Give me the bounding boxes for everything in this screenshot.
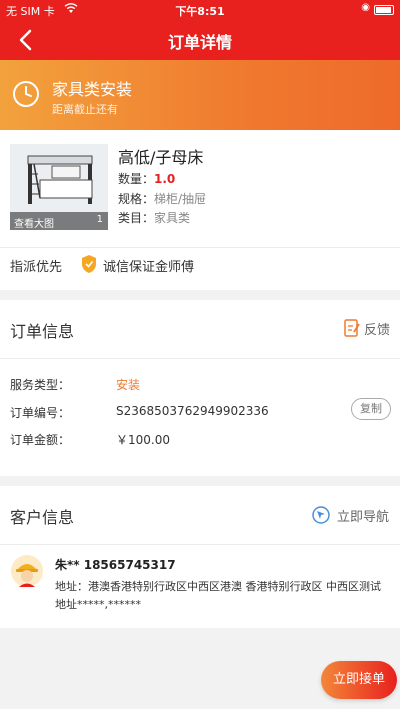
shield-icon <box>82 255 96 273</box>
deadline-text: 距离截止还有 <box>52 103 118 116</box>
quantity-row: 数量：1.0 <box>118 170 175 187</box>
divider <box>0 544 400 545</box>
category-value: 家具类 <box>154 211 191 225</box>
feedback-icon[interactable] <box>344 318 360 338</box>
customer-address: 地址：港澳香港特别行政区中西区港澳 香港特别行政区 中西区测试地址*****,*… <box>55 580 381 611</box>
spec-label: 规格： <box>118 192 155 206</box>
amount-label: 订单金额： <box>10 433 71 447</box>
accept-order-button[interactable]: 立即接单 <box>321 661 397 699</box>
image-count: 1 <box>96 214 103 225</box>
feedback-button[interactable]: 反馈 <box>364 319 390 338</box>
product-card: 查看大图 1 高低/子母床 数量：1.0 规格：梯柜/抽屉 类目：家具类 指派优… <box>0 130 400 290</box>
navigation-icon[interactable] <box>312 506 330 524</box>
service-name: 家具类安装 <box>52 80 133 99</box>
view-large-bar[interactable]: 查看大图 1 <box>10 212 108 230</box>
category-label: 类目： <box>118 211 155 225</box>
status-bar: 无 SIM 卡 下午8:51 ◉ <box>0 0 400 20</box>
service-type-value: 安装 <box>116 378 141 392</box>
page-title: 订单详情 <box>167 33 232 52</box>
navigate-button[interactable]: 立即导航 <box>337 506 389 525</box>
divider <box>0 358 400 359</box>
worker-avatar <box>11 555 43 587</box>
service-type-label: 服务类型： <box>10 378 71 392</box>
spec-row: 规格：梯柜/抽屉 <box>118 190 206 207</box>
location-icon: ◉ <box>361 2 370 13</box>
clock-icon <box>13 81 39 107</box>
order-info-title: 订单信息 <box>10 322 75 341</box>
order-no-label: 订单编号： <box>10 406 71 420</box>
product-image[interactable]: 查看大图 1 <box>10 144 108 230</box>
status-time: 下午8:51 <box>175 5 225 18</box>
order-no-value: S2368503762949902336 <box>116 404 269 418</box>
amount-value: ￥100.00 <box>116 433 170 447</box>
customer-name-phone: 朱** 18565745317 <box>55 558 176 572</box>
customer-info-card: 客户信息 立即导航 朱** 18565745317 地址：港澳香港特别行政区中西… <box>0 486 400 628</box>
service-banner: 家具类安装 距离截止还有 <box>0 60 400 130</box>
spec-value: 梯柜/抽屉 <box>154 192 207 206</box>
order-info-card: 订单信息 反馈 服务类型： 安装 订单编号： S2368503762949902… <box>0 300 400 476</box>
category-row: 类目：家具类 <box>118 209 190 226</box>
quantity-label: 数量： <box>118 172 155 186</box>
product-name: 高低/子母床 <box>118 148 204 167</box>
battery-icon <box>374 5 394 15</box>
quantity-value: 1.0 <box>154 172 176 186</box>
nav-bar: 订单详情 <box>0 20 400 60</box>
bunk-bed-illustration <box>27 155 93 204</box>
divider <box>0 247 400 248</box>
view-large-label: 查看大图 <box>14 219 54 230</box>
copy-button[interactable]: 复制 <box>351 398 391 420</box>
dispatch-priority: 指派优先 <box>10 260 63 275</box>
credit-badge-label: 诚信保证金师傅 <box>103 260 195 275</box>
customer-info-title: 客户信息 <box>10 508 75 527</box>
